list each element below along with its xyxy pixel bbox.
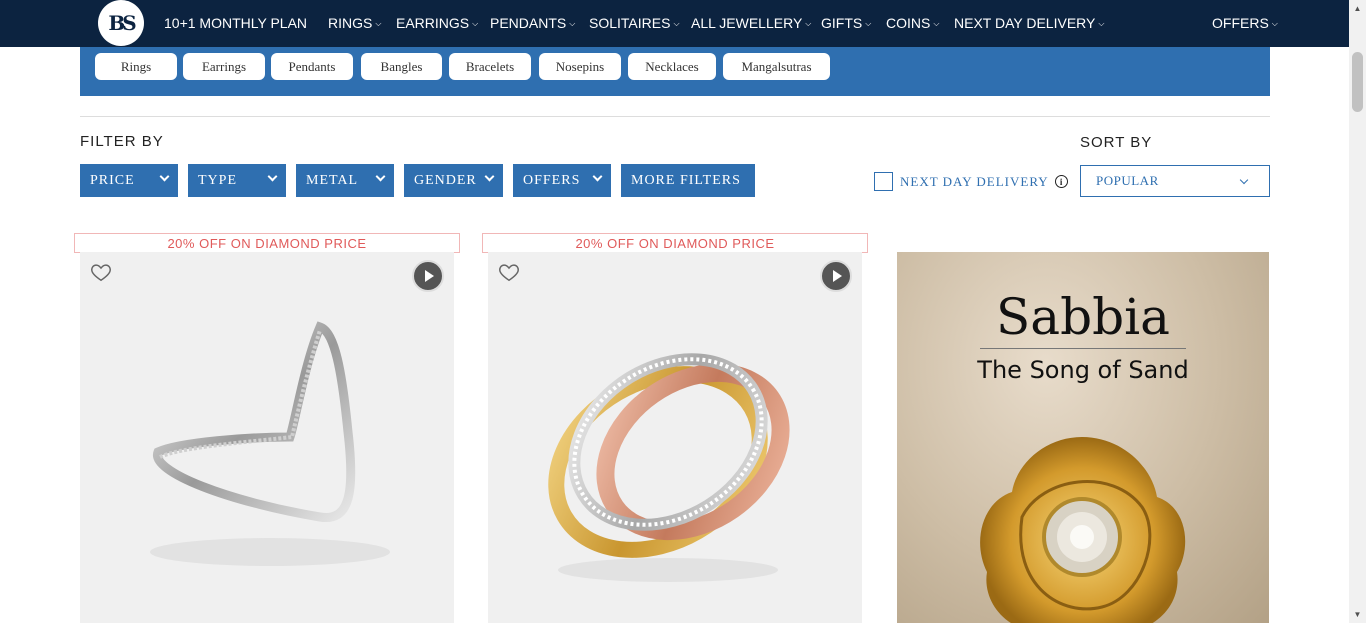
offer-banner: 20% OFF ON DIAMOND PRICE: [482, 233, 868, 253]
chevron-down-icon: ⌵: [1098, 19, 1105, 28]
category-chip-pendants[interactable]: Pendants: [271, 53, 353, 80]
chevron-down-icon: ⌵: [1271, 19, 1278, 28]
nav-item-offers[interactable]: OFFERS ⌵: [1212, 15, 1278, 31]
category-chip-bracelets[interactable]: Bracelets: [449, 53, 531, 80]
vertical-scrollbar[interactable]: ▲ ▼: [1349, 0, 1366, 623]
promo-image: [980, 437, 1186, 623]
filter-offers-button[interactable]: OFFERS: [513, 164, 611, 197]
nav-item-rings[interactable]: RINGS ⌵: [328, 15, 381, 31]
filter-by-title: FILTER BY: [80, 133, 164, 150]
category-band: Rings Earrings Pendants Bangles Bracelet…: [80, 47, 1270, 96]
nav-item-pendants[interactable]: PENDANTS ⌵: [490, 15, 575, 31]
more-filters-button[interactable]: MORE FILTERS: [621, 164, 755, 197]
scroll-up-arrow-icon[interactable]: ▲: [1349, 0, 1366, 17]
chevron-down-icon: ⌵: [933, 19, 940, 28]
chevron-down-icon: [159, 171, 170, 182]
nav-item-monthly-plan[interactable]: 10+1 MONTHLY PLAN: [164, 15, 307, 31]
nav-item-coins[interactable]: COINS ⌵: [886, 15, 939, 31]
divider: [80, 116, 1270, 117]
scroll-thumb[interactable]: [1352, 52, 1363, 112]
filter-metal-button[interactable]: METAL: [296, 164, 394, 197]
category-chip-earrings[interactable]: Earrings: [183, 53, 265, 80]
chevron-down-icon: ⌵: [375, 19, 382, 28]
chevron-down-icon: [484, 171, 495, 182]
product-card[interactable]: [488, 252, 862, 623]
chevron-down-icon: [375, 171, 386, 182]
product-image: [548, 353, 790, 582]
brand-logo[interactable]: BS: [98, 0, 144, 46]
product-card[interactable]: [80, 252, 454, 623]
product-image: [150, 321, 390, 566]
chevron-down-icon: ⌵: [673, 19, 680, 28]
chevron-down-icon: ⌵: [569, 19, 576, 28]
nav-item-earrings[interactable]: EARRINGS ⌵: [396, 15, 478, 31]
info-icon[interactable]: i: [1054, 175, 1068, 188]
sort-by-title: SORT BY: [1080, 134, 1153, 151]
category-chip-nosepins[interactable]: Nosepins: [539, 53, 621, 80]
category-chip-necklaces[interactable]: Necklaces: [628, 53, 716, 80]
offer-banner: 20% OFF ON DIAMOND PRICE: [74, 233, 460, 253]
scroll-down-arrow-icon[interactable]: ▼: [1349, 606, 1366, 623]
top-navigation: BS 10+1 MONTHLY PLAN RINGS ⌵ EARRINGS ⌵ PE…: [0, 0, 1349, 47]
filter-type-button[interactable]: TYPE: [188, 164, 286, 197]
sort-select[interactable]: POPULAR: [1080, 165, 1270, 197]
nav-item-gifts[interactable]: GIFTS ⌵: [821, 15, 871, 31]
category-chip-bangles[interactable]: Bangles: [361, 53, 442, 80]
next-day-delivery-checkbox[interactable]: [874, 172, 893, 191]
nav-item-all-jewellery[interactable]: ALL JEWELLERY ⌵: [691, 15, 811, 31]
filter-gender-button[interactable]: GENDER: [404, 164, 503, 197]
next-day-delivery-toggle[interactable]: NEXT DAY DELIVERY i: [874, 172, 1068, 191]
chevron-down-icon: [267, 171, 278, 182]
chevron-down-icon: ⌵: [805, 19, 812, 28]
nav-item-solitaires[interactable]: SOLITAIRES ⌵: [589, 15, 680, 31]
promo-banner[interactable]: Sabbia The Song of Sand: [897, 252, 1269, 623]
next-day-delivery-label: NEXT DAY DELIVERY: [900, 173, 1049, 189]
category-chip-mangalsutras[interactable]: Mangalsutras: [723, 53, 830, 80]
nav-item-next-day-delivery[interactable]: NEXT DAY DELIVERY ⌵: [954, 15, 1104, 31]
chevron-down-icon: ⌵: [865, 19, 872, 28]
category-chip-rings[interactable]: Rings: [95, 53, 177, 80]
chevron-down-icon: [592, 171, 603, 182]
chevron-down-icon: [1239, 175, 1249, 185]
chevron-down-icon: ⌵: [472, 19, 479, 28]
filter-price-button[interactable]: PRICE: [80, 164, 178, 197]
